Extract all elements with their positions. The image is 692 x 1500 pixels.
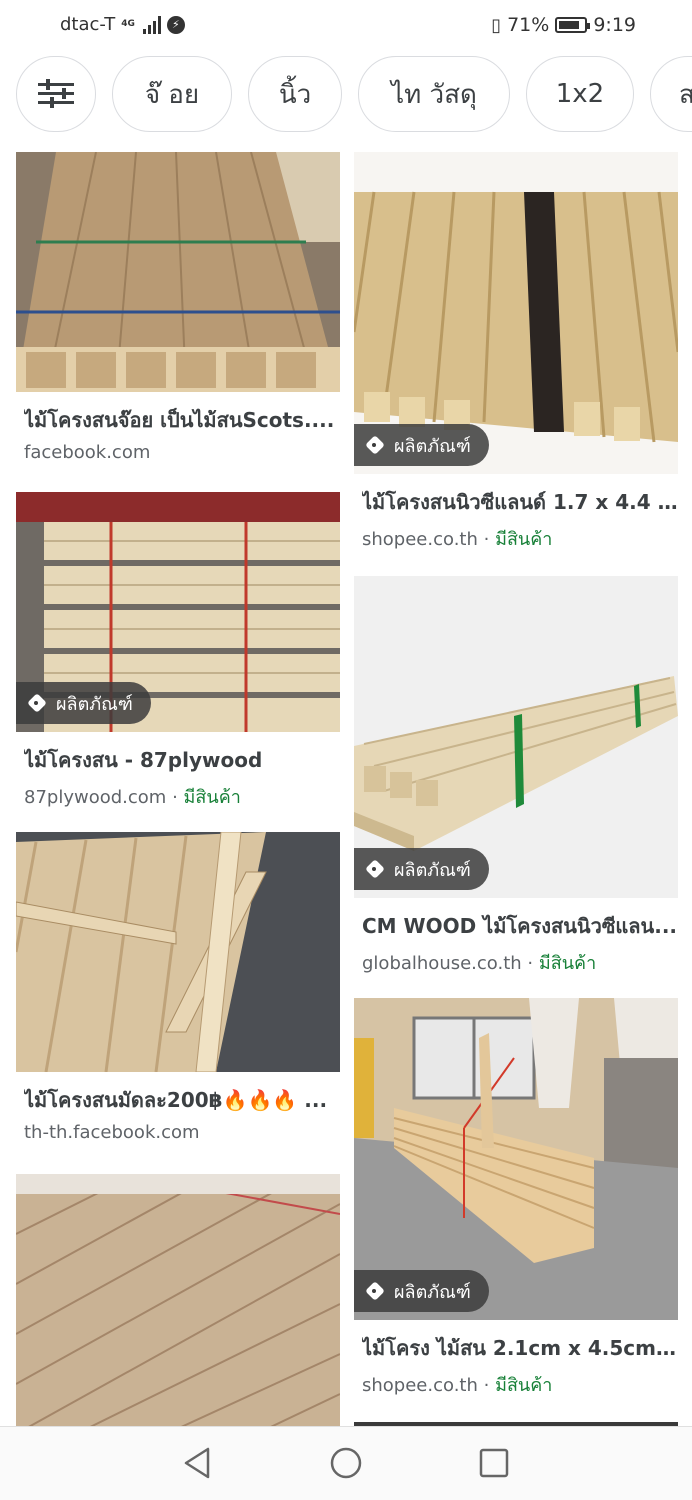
messenger-icon: ⚡ [166, 15, 185, 34]
vibrate-icon: ▯ [491, 14, 502, 36]
result-title[interactable]: ไม้โครงสนจ๊อย เป็นไม้สนScots.... [24, 404, 340, 436]
result-card[interactable] [16, 1174, 340, 1426]
product-badge: ผลิตภัณฑ์ [354, 1270, 489, 1312]
separator: · [483, 1375, 490, 1396]
result-source: th-th.facebook.com [24, 1122, 340, 1143]
status-left: dtac-T 4G ⚡ [60, 14, 185, 35]
source-domain: th-th.facebook.com [24, 1122, 200, 1143]
battery-percent: 71% [507, 14, 550, 36]
filter-chip[interactable] [16, 56, 96, 132]
result-card[interactable]: ไม้โครงสนมัดละ200฿🔥🔥🔥 ... th-th.facebook… [16, 832, 340, 1143]
chip-1x2[interactable]: 1x2 [526, 56, 634, 132]
status-right: ▯ 71% 9:19 [491, 14, 636, 36]
result-thumbnail[interactable] [16, 152, 340, 392]
tag-icon [28, 694, 48, 712]
tag-icon [366, 436, 386, 454]
status-bar: dtac-T 4G ⚡ ▯ 71% 9:19 [0, 0, 692, 54]
tune-icon [38, 79, 74, 109]
separator: · [172, 787, 178, 808]
result-source: globalhouse.co.th · มีสินค้า [362, 948, 678, 977]
result-title[interactable]: ไม้โครงสน - 87plywood [24, 744, 340, 776]
in-stock-label: มีสินค้า [495, 529, 553, 550]
image-results-grid: ไม้โครงสนจ๊อย เป็นไม้สนScots.... faceboo… [0, 150, 692, 1426]
product-badge: ผลิตภัณฑ์ [354, 848, 489, 890]
product-badge: ผลิตภัณฑ์ [16, 682, 151, 724]
result-source: facebook.com [24, 442, 340, 463]
result-thumbnail[interactable] [16, 832, 340, 1072]
battery-icon [555, 17, 591, 33]
signal-icon [142, 15, 161, 34]
result-card[interactable]: ผลิตภัณฑ์ ไม้โครงสน - 87plywood 87plywoo… [16, 492, 340, 811]
source-domain: shopee.co.th [362, 1375, 478, 1396]
result-card[interactable]: ไม้โครงสนจ๊อย เป็นไม้สนScots.... faceboo… [16, 152, 340, 463]
search-chip-row: จ๊ อย นิ้ว ไท วัสดุ 1x2 ส [0, 54, 692, 134]
result-card[interactable]: ผลิตภัณฑ์ CM WOOD ไม้โครงสนนิวซีแลน... g… [354, 576, 678, 977]
badge-label: ผลิตภัณฑ์ [394, 435, 471, 457]
recents-square-icon [479, 1448, 509, 1478]
badge-label: ผลิตภัณฑ์ [394, 1281, 471, 1303]
chip-partial[interactable]: ส [650, 56, 692, 132]
result-source: shopee.co.th · มีสินค้า [362, 524, 678, 553]
home-circle-icon [330, 1447, 362, 1479]
tag-icon [366, 1282, 386, 1300]
source-domain: globalhouse.co.th [362, 953, 522, 974]
result-thumbnail[interactable] [16, 1174, 340, 1426]
result-title[interactable]: ไม้โครงสนนิวซีแลนด์ 1.7 x 4.4 ... [362, 486, 678, 518]
source-domain: shopee.co.th [362, 529, 478, 550]
badge-label: ผลิตภัณฑ์ [394, 859, 471, 881]
carrier-label: dtac-T [60, 14, 116, 35]
result-card[interactable]: ผลิตภัณฑ์ ไม้โครงสนนิวซีแลนด์ 1.7 x 4.4 … [354, 152, 678, 553]
home-button[interactable] [328, 1445, 364, 1481]
in-stock-label: มีสินค้า [538, 953, 597, 974]
result-source: shopee.co.th · มีสินค้า [362, 1370, 678, 1399]
result-thumbnail[interactable]: ผลิตภัณฑ์ [354, 152, 678, 474]
result-title[interactable]: ไม้โครงสนมัดละ200฿🔥🔥🔥 ... [24, 1084, 340, 1116]
in-stock-label: มีสินค้า [495, 1375, 553, 1396]
result-source: 87plywood.com · มีสินค้า [24, 782, 340, 811]
product-badge: ผลิตภัณฑ์ [354, 424, 489, 466]
result-title[interactable]: ไม้โครง ไม้สน 2.1cm x 4.5cm ... [362, 1332, 678, 1364]
result-thumbnail[interactable]: ผลิตภัณฑ์ [16, 492, 340, 732]
chip-thai-watsadu[interactable]: ไท วัสดุ [358, 56, 510, 132]
separator: · [527, 953, 534, 974]
back-triangle-icon [184, 1447, 210, 1479]
clock: 9:19 [593, 14, 636, 36]
in-stock-label: มีสินค้า [183, 787, 241, 808]
network-type: 4G [121, 19, 135, 29]
source-domain: facebook.com [24, 442, 151, 463]
result-title[interactable]: CM WOOD ไม้โครงสนนิวซีแลน... [362, 910, 678, 942]
badge-label: ผลิตภัณฑ์ [56, 693, 133, 715]
system-nav-bar [0, 1426, 692, 1500]
result-thumbnail[interactable]: ผลิตภัณฑ์ [354, 576, 678, 898]
chip-inch[interactable]: นิ้ว [248, 56, 342, 132]
result-thumbnail[interactable]: ผลิตภัณฑ์ [354, 998, 678, 1320]
result-card[interactable]: ผลิตภัณฑ์ ไม้โครง ไม้สน 2.1cm x 4.5cm ..… [354, 998, 678, 1399]
back-button[interactable] [180, 1445, 216, 1481]
chip-joy[interactable]: จ๊ อย [112, 56, 232, 132]
separator: · [483, 529, 490, 550]
recents-button[interactable] [476, 1445, 512, 1481]
source-domain: 87plywood.com [24, 787, 167, 808]
tag-icon [366, 860, 386, 878]
